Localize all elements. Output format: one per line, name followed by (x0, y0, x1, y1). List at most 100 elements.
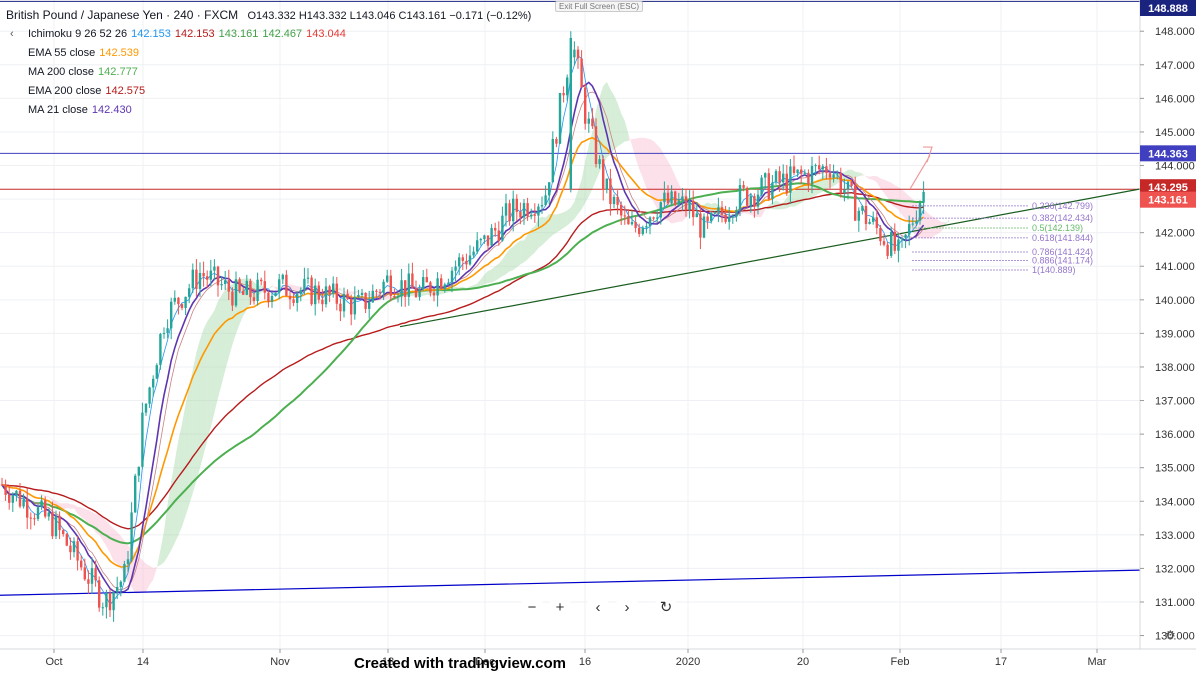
cloud-segment (794, 187, 798, 207)
exit-fullscreen-button[interactable]: Exit Full Screen (ESC) (555, 1, 644, 12)
cloud-segment (747, 210, 751, 216)
cloud-segment (218, 295, 222, 399)
cloud-segment (185, 386, 190, 516)
candle-body (80, 560, 83, 568)
cloud-segment (581, 161, 586, 210)
candle-body (886, 244, 889, 256)
candle-body (306, 277, 310, 279)
cloud-segment (502, 253, 506, 277)
cloud-segment (221, 289, 226, 385)
candle-body (648, 217, 652, 227)
candle-body (836, 173, 839, 175)
indicator-row[interactable]: MA 200 close 142.777 (6, 63, 531, 82)
candle-body (476, 240, 479, 252)
symbol-header: British Pound / Japanese Yen · 240 · FXC… (6, 6, 531, 25)
candle-body (551, 139, 554, 183)
cloud-segment (146, 563, 150, 592)
legend-collapse-icon[interactable]: ‹ (10, 28, 14, 40)
candle-body (764, 173, 767, 178)
candle-body (432, 292, 436, 296)
candle-body (674, 191, 677, 205)
candle-body (814, 165, 817, 167)
time-axis[interactable]: Oct 14 Nov 18 Dec 16 2020 20 Feb 17 Mar (0, 648, 1196, 668)
zoom-in-button[interactable]: + (548, 596, 572, 620)
candle-body (620, 204, 623, 216)
indicator-row[interactable]: Ichimoku 9 26 52 26 142.153 142.153 143.161… (6, 25, 531, 44)
moving-averages (1, 55, 925, 606)
settings-gear-icon[interactable]: ⚙ (1165, 628, 1176, 642)
cloud-segment (790, 190, 794, 207)
price-axis[interactable]: 148.000147.000146.000145.000144.000143.0… (1139, 0, 1196, 649)
ma21-line (1, 81, 925, 593)
cloud-segment (567, 207, 571, 226)
candle-body (774, 171, 778, 183)
candle-body (22, 499, 25, 507)
candle-body (897, 239, 900, 251)
ema200-line (1, 191, 924, 530)
candle-body (33, 518, 36, 520)
candle-body (854, 185, 857, 221)
candle-body (839, 173, 842, 193)
candle-body (177, 297, 180, 305)
candle-body (94, 568, 97, 581)
ichimoku-cloud (27, 81, 949, 594)
indicator-value: 142.575 (105, 85, 146, 97)
indicator-value: 143.161 (218, 28, 259, 40)
cloud-segment (74, 504, 78, 514)
zoom-out-button[interactable]: − (520, 596, 544, 620)
candle-body (738, 185, 742, 211)
cloud-segment (772, 200, 776, 210)
candle-body (400, 280, 403, 297)
candle-body (87, 579, 90, 584)
candle-body (58, 516, 61, 531)
cloud-segment (750, 210, 755, 217)
price-tick-label: 140.000 (1155, 295, 1195, 307)
time-tick-label: Nov (270, 656, 290, 668)
price-tick-label: 142.000 (1155, 228, 1195, 240)
reset-chart-button[interactable]: ↻ (654, 596, 678, 620)
candle-body (353, 297, 356, 315)
cloud-segment (351, 291, 355, 295)
candle-body (26, 499, 29, 518)
cloud-segment (509, 246, 514, 272)
candle-body (360, 292, 364, 295)
candle-body (299, 290, 302, 294)
candle-body (681, 196, 684, 201)
candle-body (767, 173, 770, 200)
candle-body (630, 221, 634, 225)
candle-body (710, 213, 713, 222)
cloud-segment (902, 189, 906, 220)
candle-body (40, 500, 43, 508)
candle-body (483, 235, 486, 240)
indicator-row[interactable]: EMA 55 close 142.539 (6, 44, 531, 63)
indicator-label: EMA 200 close (28, 85, 102, 97)
candle-body (915, 220, 918, 224)
fibonacci-levels: 0.236(142.799) 0.382(142.434)0.5(142.139)… (912, 201, 1093, 275)
cloud-segment (113, 528, 118, 564)
scroll-right-button[interactable]: › (615, 596, 639, 620)
candle-body (846, 181, 850, 190)
candle-body (602, 159, 605, 190)
indicator-row[interactable]: EMA 200 close 142.575 (6, 82, 531, 101)
candle-body (429, 282, 432, 293)
candle-body (702, 216, 706, 238)
candle-body (238, 279, 241, 291)
cloud-segment (754, 210, 758, 218)
candle-body (465, 260, 468, 265)
cloud-segment (160, 531, 164, 566)
candle-body (735, 210, 738, 217)
candle-body (623, 215, 626, 217)
cloud-segment (102, 517, 107, 547)
candle-body (36, 507, 40, 519)
candle-body (832, 174, 835, 178)
scroll-left-button[interactable]: ‹ (586, 596, 610, 620)
candle-body (159, 333, 162, 366)
indicator-row[interactable]: MA 21 close 142.430 (6, 101, 531, 120)
cloud-segment (570, 201, 575, 223)
candle-body (155, 365, 158, 379)
candle-body (508, 203, 511, 222)
cloud-segment (761, 209, 766, 217)
cloud-segment (545, 213, 550, 242)
candle-body (378, 291, 382, 294)
candle-body (760, 177, 763, 195)
